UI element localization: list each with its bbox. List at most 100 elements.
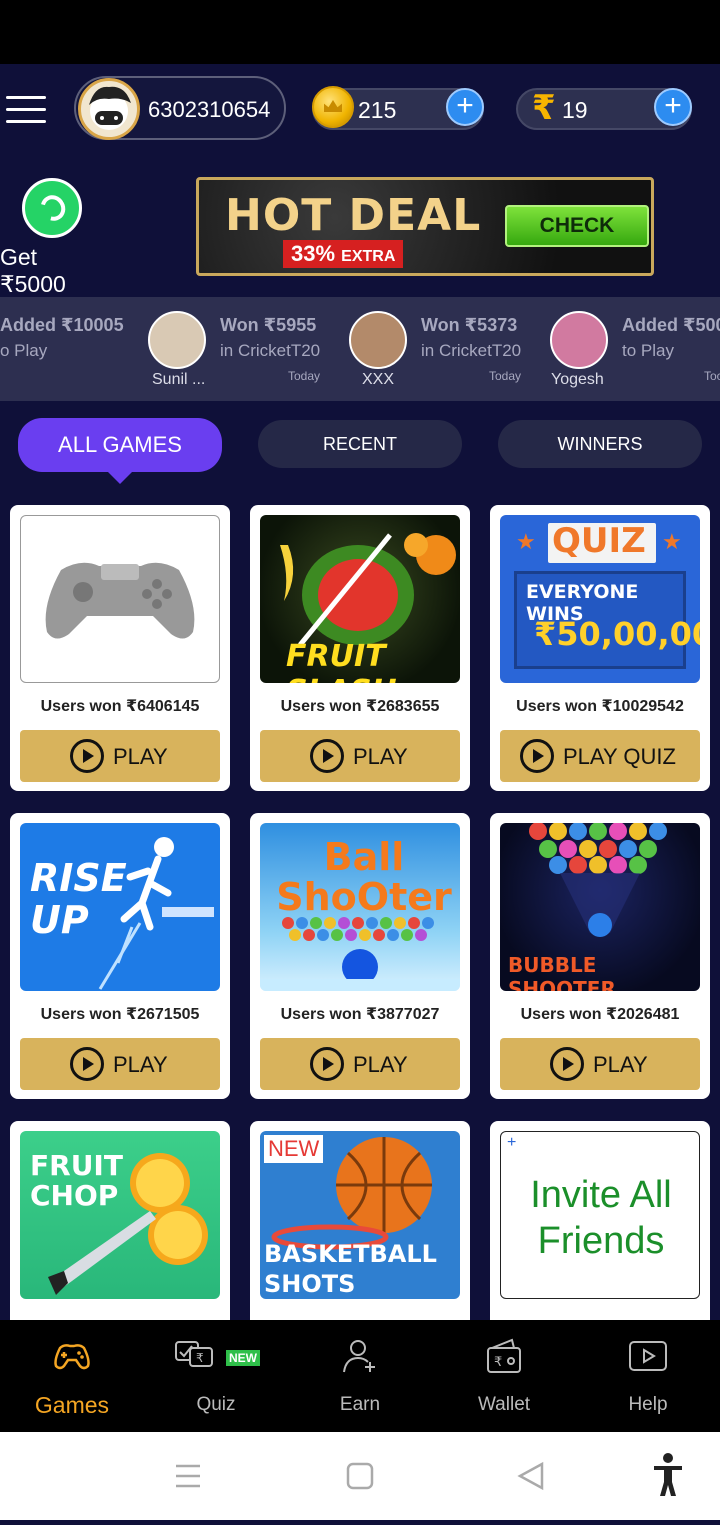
nav-label: Earn [339, 1394, 381, 1415]
ticker-title: Added ₹10005 [0, 315, 124, 335]
back-icon [517, 1461, 544, 1491]
ticker-sub: in CricketT20 [220, 341, 321, 360]
play-button[interactable]: PLAY [260, 1038, 460, 1090]
game-title: FRUIT SLASH [286, 639, 397, 683]
video-play-icon [629, 1341, 667, 1371]
game-title: BUBBLE SHOOTER [508, 953, 616, 991]
play-icon [70, 1047, 104, 1081]
check-button[interactable]: CHECK [505, 205, 649, 247]
hot-deal-banner[interactable]: HOT DEAL 33% EXTRA CHECK [196, 177, 654, 276]
game-title: BASKETBALL SHOTS [264, 1240, 437, 1298]
phone-number: 6302310654 [148, 97, 271, 122]
game-card[interactable]: Users won ₹6406145 PLAY [10, 505, 230, 791]
game-tabs: ALL GAMES RECENT WINNERS [0, 418, 720, 484]
users-won: Users won ₹3877027 [280, 1006, 440, 1023]
game-thumbnail: BUBBLE SHOOTER [500, 823, 700, 991]
rupee-icon: ₹ [532, 89, 556, 127]
play-label: PLAY [353, 744, 408, 769]
play-label: PLAY [113, 744, 168, 769]
whatsapp-invite[interactable]: Get ₹5000 [0, 178, 108, 297]
avatar [148, 311, 206, 369]
game-card[interactable]: Ball ShoOter Users won ₹3877027 PLAY [250, 813, 470, 1099]
ticker-sub: in CricketT20 [421, 341, 522, 360]
status-bar [0, 0, 720, 64]
add-coins-button[interactable]: + [446, 88, 484, 126]
game-card[interactable]: QUIZ EVERYONE WINS ₹50,00,000 ★ ★ Users … [490, 505, 710, 791]
nav-label: Help [628, 1394, 668, 1415]
svg-text:₹: ₹ [494, 1355, 502, 1370]
play-icon [520, 739, 554, 773]
nav-wallet[interactable]: ₹ Wallet [432, 1320, 576, 1432]
tab-recent[interactable]: RECENT [258, 420, 462, 468]
users-won: Users won ₹10029542 [516, 698, 684, 715]
whatsapp-label: Get ₹5000 [0, 244, 66, 297]
game-thumbnail: QUIZ EVERYONE WINS ₹50,00,000 ★ ★ [500, 515, 700, 683]
ticker-title: Won ₹5373 [421, 315, 518, 335]
new-badge: NEW [226, 1350, 260, 1366]
bottom-nav: Games ₹ NEW Quiz Earn ₹ Wallet Help [0, 1320, 720, 1432]
avatar [78, 78, 140, 140]
nav-label: Games [34, 1392, 110, 1418]
game-card[interactable]: FRUIT CHOP [10, 1121, 230, 1320]
game-thumbnail: NEW BASKETBALL SHOTS [260, 1131, 460, 1299]
wallet-icon: ₹ [487, 1338, 521, 1373]
ticker-title: Added ₹500 [622, 315, 720, 335]
game-title: QUIZ [552, 521, 646, 561]
game-thumbnail: Ball ShoOter [260, 823, 460, 991]
play-icon [550, 1047, 584, 1081]
play-label: PLAY [593, 1052, 648, 1077]
game-card[interactable]: BUBBLE SHOOTER Users won ₹2026481 PLAY [490, 813, 710, 1099]
nav-help[interactable]: Help [576, 1320, 720, 1432]
coin-value: 215 [358, 97, 397, 123]
hot-deal-title: HOT DEAL [225, 190, 482, 241]
game-thumbnail: FRUIT SLASH [260, 515, 460, 683]
ticker-item: Added ₹10005 o Play [0, 297, 140, 401]
profile-pill[interactable]: 6302310654 [74, 76, 286, 140]
invite-card[interactable]: + Invite All Friends [490, 1121, 710, 1320]
winners-ticker: Added ₹10005 o Play Sunil ... Won ₹5955 … [0, 297, 720, 401]
users-won: Users won ₹2026481 [520, 1006, 680, 1023]
svg-text:₹: ₹ [196, 1351, 204, 1365]
users-won: Users won ₹6406145 [40, 698, 200, 715]
users-won: Users won ₹2683655 [280, 698, 440, 715]
game-thumbnail: FRUIT CHOP [20, 1131, 220, 1299]
ticker-item: Yogesh Added ₹500 to Play Toc [550, 297, 720, 401]
nav-label: Wallet [477, 1394, 531, 1415]
ticker-item: XXX Won ₹5373 in CricketT20 Today [349, 297, 539, 401]
rupee-balance[interactable]: ₹ 19 + [516, 88, 692, 130]
play-icon [70, 739, 104, 773]
new-badge: NEW [264, 1135, 324, 1163]
game-title: RISE UP [30, 856, 127, 942]
game-thumbnail [20, 515, 220, 683]
ticker-date: Today [489, 369, 522, 383]
nav-label: Quiz [196, 1394, 236, 1415]
top-bar: 6302310654 215 + ₹ 19 + [0, 64, 720, 156]
star-icon: ★ [516, 529, 536, 554]
nav-games[interactable]: Games [0, 1320, 144, 1432]
game-card[interactable]: NEW BASKETBALL SHOTS [250, 1121, 470, 1320]
coin-balance[interactable]: 215 + [312, 86, 484, 130]
game-grid: Users won ₹6406145 PLAY FRUIT SLASH User… [0, 505, 720, 1320]
add-money-button[interactable]: + [654, 88, 692, 126]
play-button[interactable]: PLAY [20, 1038, 220, 1090]
avatar [349, 311, 407, 369]
ticker-date: Toc [704, 369, 720, 383]
nav-earn[interactable]: Earn [288, 1320, 432, 1432]
game-card[interactable]: RISE UP Users won ₹2671505 PLAY [10, 813, 230, 1099]
play-label: PLAY QUIZ [563, 744, 676, 769]
play-button[interactable]: PLAY [20, 730, 220, 782]
quiz-chat-icon: ₹ [175, 1341, 213, 1367]
game-card[interactable]: FRUIT SLASH Users won ₹2683655 PLAY [250, 505, 470, 791]
nav-quiz[interactable]: ₹ NEW Quiz [144, 1320, 288, 1432]
play-quiz-button[interactable]: PLAY QUIZ [500, 730, 700, 782]
ticker-name: Yogesh [551, 371, 604, 388]
invite-title: Invite All Friends [530, 1174, 672, 1262]
play-button[interactable]: PLAY [260, 730, 460, 782]
tab-winners[interactable]: WINNERS [498, 420, 702, 468]
menu-icon[interactable] [6, 96, 46, 126]
tab-all-games[interactable]: ALL GAMES [18, 418, 222, 484]
play-button[interactable]: PLAY [500, 1038, 700, 1090]
crown-coin-icon [312, 86, 354, 128]
game-title: FRUIT CHOP [30, 1149, 123, 1212]
invite-thumbnail: + Invite All Friends [500, 1131, 700, 1299]
